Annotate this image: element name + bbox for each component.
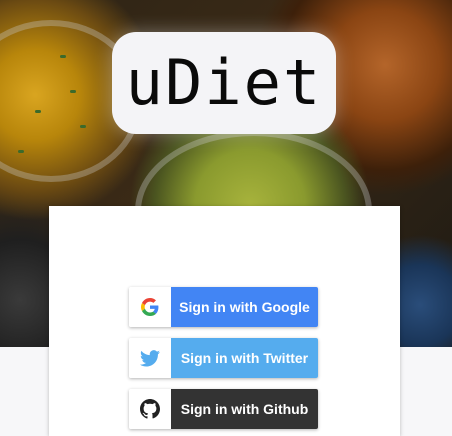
garnish-decoration	[60, 55, 66, 58]
garnish-decoration	[80, 125, 86, 128]
github-icon	[129, 389, 171, 429]
garnish-decoration	[35, 110, 41, 113]
garnish-decoration	[18, 150, 24, 153]
twitter-icon	[129, 338, 171, 378]
github-signin-label: Sign in with Github	[171, 389, 318, 429]
twitter-signin-label: Sign in with Twitter	[171, 338, 318, 378]
app-logo: uDiet	[112, 32, 336, 134]
signin-card: Sign in with Google Sign in with Twitter…	[49, 206, 400, 436]
garnish-decoration	[70, 90, 76, 93]
github-signin-button[interactable]: Sign in with Github	[129, 389, 318, 429]
google-signin-label: Sign in with Google	[171, 287, 318, 327]
app-logo-text: uDiet	[125, 46, 323, 119]
twitter-signin-button[interactable]: Sign in with Twitter	[129, 338, 318, 378]
google-signin-button[interactable]: Sign in with Google	[129, 287, 318, 327]
google-icon	[129, 287, 171, 327]
